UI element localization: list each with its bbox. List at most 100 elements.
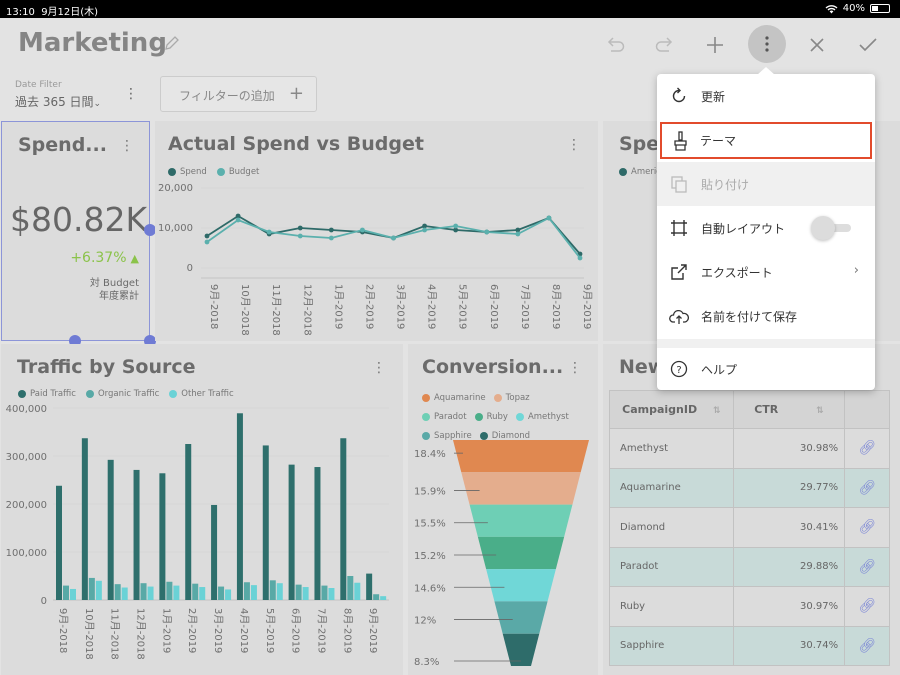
campaign-table-card[interactable]: New CampaignID ⇅ CTR ⇅ Amethyst 30.98% 🔗… [603,344,900,675]
undo-button[interactable] [600,30,630,60]
x-tick-label: 11月-2018 [109,608,121,660]
kpi-value: $80.82K [10,200,148,239]
x-tick-label: 1月-2019 [160,608,172,653]
data-point [422,227,427,233]
y-tick-label: 200,000 [6,500,47,511]
x-tick-label: 1月-2019 [332,284,344,329]
date-filter-kebab-icon[interactable]: ⋮ [124,86,138,102]
x-tick-label: 7月-2019 [519,284,531,329]
link-icon[interactable]: 🔗︎ [844,507,890,548]
x-tick-label: 6月-2019 [290,608,302,653]
menu-item-help[interactable]: ? ヘルプ [657,347,875,391]
column-header-campaignid[interactable]: CampaignID ⇅ [609,390,734,429]
cell-campaign-id: Aquamarine [609,467,734,508]
funnel-segment [477,536,565,570]
bar [380,596,387,600]
kpi-compare-label: 対 Budget [89,278,139,289]
kebab-icon [765,36,769,52]
kebab-icon[interactable]: ⋮ [120,138,134,154]
cell-ctr: 30.98% [732,428,846,469]
triangle-up-icon: ▲ [130,251,139,265]
funnel-label: 14.6% [414,583,446,594]
status-bar: 13:10 9月12日(木) 40% [0,0,900,18]
bar-chart-card[interactable]: Traffic by Source ⋮ Paid Traffic Organic… [1,344,403,675]
table-row[interactable]: Aquamarine 29.77% 🔗︎ [609,467,890,508]
date-filter-select[interactable]: 過去 365 日間⌄ [15,93,101,110]
bar [63,585,69,600]
more-options-menu: 更新 テーマ 貼り付け 自動レイアウト エクスポート › 名前を付けて保存 ? … [657,67,875,391]
bar [340,438,347,600]
link-icon[interactable]: 🔗︎ [844,467,890,508]
menu-item-refresh[interactable]: 更新 [657,74,875,118]
column-header-ctr[interactable]: CTR ⇅ [732,390,846,429]
export-icon [671,264,687,280]
plus-icon: + [288,83,304,104]
sort-icon: ⇅ [816,406,824,416]
cell-ctr: 29.88% [732,546,846,587]
table-row[interactable]: Paradot 29.88% 🔗︎ [609,546,890,587]
confirm-button[interactable] [853,30,883,60]
link-icon[interactable]: 🔗︎ [844,586,890,627]
cell-ctr: 30.97% [732,586,846,627]
table-row[interactable]: Ruby 30.97% 🔗︎ [609,586,890,627]
table-row[interactable]: Amethyst 30.98% 🔗︎ [609,428,890,469]
y-tick-label: 10,000 [158,223,193,234]
bar [114,584,121,600]
bar [95,580,102,600]
menu-item-theme[interactable]: テーマ [660,122,872,159]
menu-item-auto-layout[interactable]: 自動レイアウト [657,206,875,250]
bar [295,584,302,600]
close-button[interactable] [802,30,832,60]
funnel-label: 12% [414,616,436,627]
svg-text:?: ? [676,365,681,376]
menu-item-paste: 貼り付け [657,162,875,206]
kpi-card[interactable]: Spend... ⋮ $80.82K +6.37% ▲ 対 Budget 年度累… [1,121,150,341]
plus-icon [707,37,723,53]
y-tick-label: 100,000 [6,548,47,559]
menu-item-export[interactable]: エクスポート › [657,250,875,294]
funnel-segment [461,472,581,505]
menu-item-label: 更新 [701,89,726,104]
table-row[interactable]: Sapphire 30.74% 🔗︎ [609,625,890,666]
data-point [328,227,334,233]
add-filter-button[interactable]: フィルターの追加 + [160,76,317,112]
link-icon[interactable]: 🔗︎ [844,428,890,469]
bar [302,587,309,600]
funnel-chart-card[interactable]: Conversion... ⋮ Aquamarine Topaz Paradot Ru… [408,344,598,675]
link-icon[interactable]: 🔗︎ [844,625,890,666]
bar [236,413,243,600]
bar [269,580,276,600]
kpi-title: Spend... [18,134,107,156]
cell-campaign-id: Diamond [609,507,734,548]
x-tick-label: 8月-2019 [550,284,562,329]
data-point [546,215,552,221]
kpi-delta: +6.37% [70,250,127,266]
close-icon [810,38,824,52]
data-point [235,217,241,223]
x-tick-label: 11月-2018 [270,284,282,336]
table-row[interactable]: Diamond 30.41% 🔗︎ [609,507,890,548]
sort-icon: ⇅ [712,406,721,416]
line-chart-card[interactable]: Actual Spend vs Budget ⋮ Spend Budget 01… [155,121,598,341]
x-tick-label: 10月-2018 [83,608,95,660]
add-button[interactable] [700,30,730,60]
redo-icon [655,37,673,52]
bar [321,585,328,600]
redo-button[interactable] [650,30,680,60]
more-options-button[interactable] [748,25,786,63]
paintbrush-icon [674,130,687,151]
bar [173,585,180,600]
cell-campaign-id: Amethyst [609,428,734,469]
menu-item-save-as[interactable]: 名前を付けて保存 [657,294,875,338]
page-title[interactable]: Marketing [18,28,167,58]
bar [211,504,218,600]
auto-layout-toggle[interactable] [811,216,853,240]
bar [81,438,88,600]
bar [192,583,199,600]
cloud-save-icon [669,309,689,324]
status-date: 9月12日(木) [41,7,99,18]
x-tick-label: 3月-2019 [395,284,407,329]
funnel-label: 15.9% [414,486,446,497]
link-icon[interactable]: 🔗︎ [844,546,890,587]
pencil-icon[interactable] [162,33,182,53]
